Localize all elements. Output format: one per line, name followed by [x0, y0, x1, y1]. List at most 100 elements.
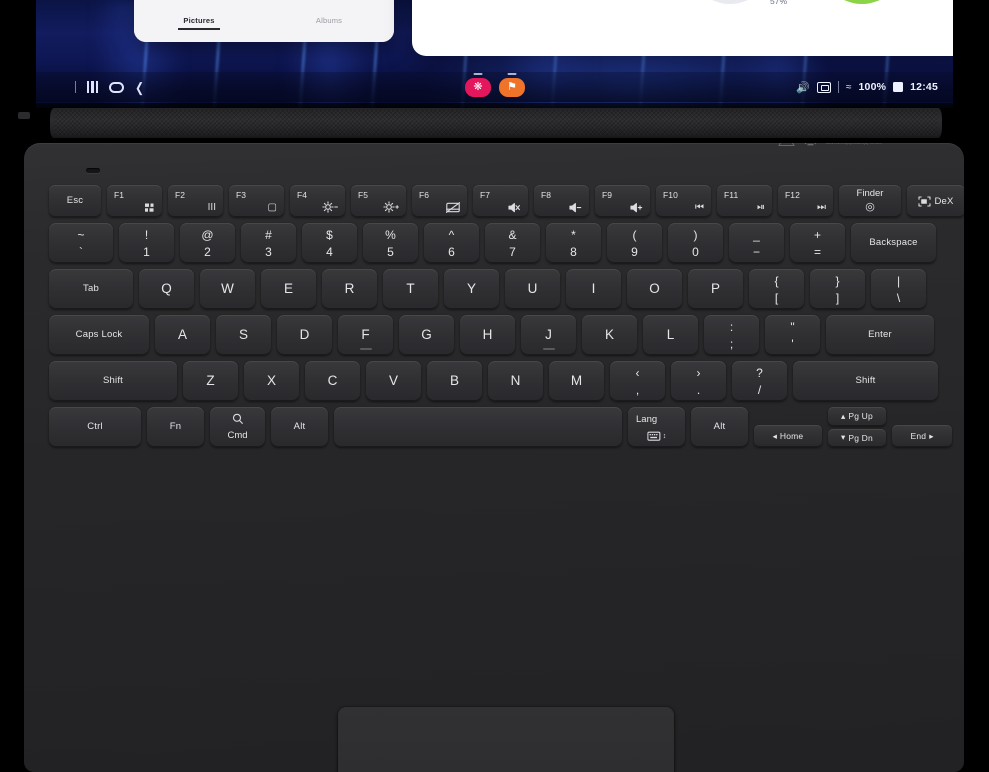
- key-y[interactable]: Y: [444, 269, 499, 309]
- recents-icon[interactable]: [86, 81, 99, 93]
- key-q[interactable]: Q: [139, 269, 194, 309]
- key-d[interactable]: D: [277, 315, 332, 355]
- key-2[interactable]: @2: [180, 223, 235, 263]
- tab-pictures[interactable]: Pictures: [134, 14, 264, 25]
- key-x[interactable]: X: [244, 361, 299, 401]
- wifi-icon[interactable]: ≈: [846, 82, 852, 93]
- key-f9[interactable]: F9: [595, 185, 650, 217]
- key-6[interactable]: ^ 6: [424, 223, 479, 263]
- key-7[interactable]: & 7: [485, 223, 540, 263]
- key-t[interactable]: T: [383, 269, 438, 309]
- key-i[interactable]: I: [566, 269, 621, 309]
- key-m[interactable]: M: [549, 361, 604, 401]
- key-w[interactable]: W: [200, 269, 255, 309]
- key-j[interactable]: J: [521, 315, 576, 355]
- key-b[interactable]: B: [427, 361, 482, 401]
- key-finder[interactable]: Finder ◎: [839, 185, 901, 217]
- key-s[interactable]: S: [216, 315, 271, 355]
- key-4[interactable]: $4: [302, 223, 357, 263]
- key-home[interactable]: ◂ Home: [754, 425, 822, 447]
- key-period[interactable]: ›.: [671, 361, 726, 401]
- dock-app-1[interactable]: ❋: [465, 77, 491, 97]
- key-tab[interactable]: Tab: [49, 269, 133, 309]
- key-equal[interactable]: + =: [790, 223, 845, 263]
- key-f1[interactable]: F1: [107, 185, 162, 217]
- key-semicolon[interactable]: :;: [704, 315, 759, 355]
- taskbar[interactable]: ❮ ❋ ⚑ 🔊 ≈ 100% 12:45: [34, 72, 956, 102]
- key-pgup[interactable]: ▴ Pg Up: [828, 407, 886, 426]
- volume-icon[interactable]: 🔊: [796, 81, 810, 94]
- key-slash[interactable]: ? /: [732, 361, 787, 401]
- key-o[interactable]: O: [627, 269, 682, 309]
- trackpad[interactable]: [337, 706, 675, 772]
- home-icon[interactable]: [109, 81, 124, 93]
- key-alt-right[interactable]: Alt: [691, 407, 748, 447]
- key-enter[interactable]: Enter: [826, 315, 934, 355]
- key-9[interactable]: (9: [607, 223, 662, 263]
- taskbar-dock[interactable]: ❋ ⚑: [465, 77, 525, 97]
- key-esc[interactable]: Esc: [49, 185, 101, 217]
- key-grave[interactable]: ~ `: [49, 223, 113, 263]
- key-1[interactable]: ! 1: [119, 223, 174, 263]
- key-c[interactable]: C: [305, 361, 360, 401]
- key-grid[interactable]: Esc F1 F2 III F3 ▢ F4 F5 F6 F7 F8 F9 F10 ⏮ F11 ⏯ F12 ⏭ Fin…: [49, 185, 964, 453]
- key-minus[interactable]: _ −: [729, 223, 784, 263]
- back-icon[interactable]: ❮: [135, 81, 144, 94]
- key-f12[interactable]: F12 ⏭: [778, 185, 833, 217]
- key-f2[interactable]: F2 III: [168, 185, 223, 217]
- taskbar-status-group[interactable]: 🔊 ≈ 100% 12:45: [796, 81, 938, 94]
- key-backslash[interactable]: | \: [871, 269, 926, 309]
- key-backspace[interactable]: Backspace: [851, 223, 936, 263]
- key-shift-left[interactable]: Shift: [49, 361, 177, 401]
- key-rbracket[interactable]: }]: [810, 269, 865, 309]
- key-f11[interactable]: F11 ⏯: [717, 185, 772, 217]
- key-f4[interactable]: F4: [290, 185, 345, 217]
- key-e[interactable]: E: [261, 269, 316, 309]
- key-g[interactable]: G: [399, 315, 454, 355]
- gallery-window[interactable]: Pictures Albums: [134, 0, 394, 42]
- key-end[interactable]: End ▸: [892, 425, 952, 447]
- dashboard-card[interactable]: Daily Tracking by region Total Conf: [412, 0, 956, 56]
- key-0[interactable]: ) 0: [668, 223, 723, 263]
- apps-grid-icon[interactable]: [52, 81, 65, 94]
- key-v[interactable]: V: [366, 361, 421, 401]
- key-5[interactable]: % 5: [363, 223, 418, 263]
- key-n[interactable]: N: [488, 361, 543, 401]
- key-r[interactable]: R: [322, 269, 377, 309]
- key-comma[interactable]: ‹,: [610, 361, 665, 401]
- key-f8[interactable]: F8: [534, 185, 589, 217]
- key-space[interactable]: [334, 407, 622, 447]
- key-f5[interactable]: F5: [351, 185, 406, 217]
- key-a[interactable]: A: [155, 315, 210, 355]
- tab-albums[interactable]: Albums: [264, 14, 394, 25]
- key-f6[interactable]: F6: [412, 185, 467, 217]
- key-cmd[interactable]: Cmd: [210, 407, 265, 447]
- key-shift-right[interactable]: Shift: [793, 361, 938, 401]
- key-quote[interactable]: " ': [765, 315, 820, 355]
- key-f10[interactable]: F10 ⏮: [656, 185, 711, 217]
- dock-app-2[interactable]: ⚑: [499, 77, 525, 97]
- key-lang[interactable]: Lang ↕: [628, 407, 685, 447]
- taskbar-nav-group[interactable]: ❮: [52, 81, 145, 94]
- key-p[interactable]: P: [688, 269, 743, 309]
- key-f[interactable]: F: [338, 315, 393, 355]
- key-3[interactable]: #3: [241, 223, 296, 263]
- key-u[interactable]: U: [505, 269, 560, 309]
- key-k[interactable]: K: [582, 315, 637, 355]
- key-f7[interactable]: F7: [473, 185, 528, 217]
- key-h[interactable]: H: [460, 315, 515, 355]
- key-lbracket[interactable]: {[: [749, 269, 804, 309]
- key-alt-left[interactable]: Alt: [271, 407, 328, 447]
- screen-capture-icon[interactable]: [816, 81, 831, 93]
- key-dex[interactable]: DeX: [907, 185, 964, 217]
- key-capslock[interactable]: Caps Lock: [49, 315, 149, 355]
- gallery-tabs[interactable]: Pictures Albums: [134, 0, 394, 42]
- key-fn[interactable]: Fn: [147, 407, 204, 447]
- key-8[interactable]: * 8: [546, 223, 601, 263]
- key-l[interactable]: L: [643, 315, 698, 355]
- clock[interactable]: 12:45: [910, 81, 938, 93]
- key-pgdn[interactable]: ▾ Pg Dn: [828, 428, 886, 447]
- key-ctrl[interactable]: Ctrl: [49, 407, 141, 447]
- key-f3[interactable]: F3 ▢: [229, 185, 284, 217]
- key-z[interactable]: Z: [183, 361, 238, 401]
